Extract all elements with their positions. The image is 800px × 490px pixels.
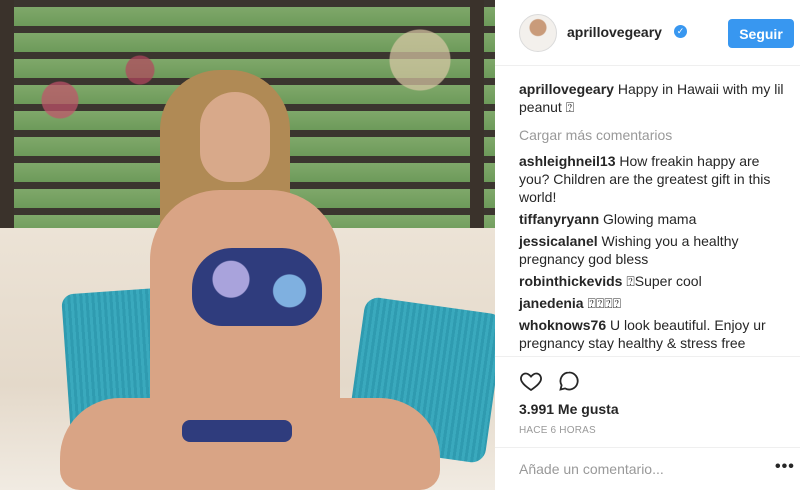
load-more-comments[interactable]: Cargar más comentarios: [519, 126, 789, 144]
post-header: aprillovegeary ✓ Seguir: [495, 0, 800, 66]
comment-text: ⍰⍰⍰⍰: [587, 295, 622, 311]
post-photo[interactable]: [0, 0, 495, 490]
comment-username[interactable]: ashleighneil13: [519, 153, 615, 169]
bikini-top: [192, 248, 322, 326]
comment-username[interactable]: tiffanyryann: [519, 211, 599, 227]
list-item: ashleighneil13 How freakin happy are you…: [519, 152, 789, 206]
comment-username[interactable]: whoknows76: [519, 317, 606, 333]
author-username[interactable]: aprillovegeary: [567, 24, 662, 40]
person-face: [200, 92, 270, 182]
person-legs: [60, 398, 440, 490]
likes-count[interactable]: 3.991 Me gusta: [519, 401, 619, 417]
add-comment-input[interactable]: [519, 461, 749, 477]
list-item: whoknows76 U look beautiful. Enjoy ur pr…: [519, 316, 789, 352]
post-timestamp: HACE 6 HORAS: [519, 425, 596, 436]
list-item: tiffanyryann Glowing mama: [519, 210, 789, 228]
list-item: jessicalanel Wishing you a healthy pregn…: [519, 232, 789, 268]
comment-text: Glowing mama: [603, 211, 697, 227]
actions-divider: [495, 356, 800, 357]
verified-badge-icon: ✓: [674, 25, 687, 38]
list-item: janedenia ⍰⍰⍰⍰: [519, 294, 789, 312]
comment-username[interactable]: robinthickevids: [519, 273, 622, 289]
bikini-bottom: [182, 420, 292, 442]
comment-text: ⍰Super cool: [626, 273, 702, 289]
list-item: robinthickevids ⍰Super cool: [519, 272, 789, 290]
heart-icon[interactable]: [519, 369, 543, 393]
comments-list: aprillovegeary Happy in Hawaii with my l…: [519, 80, 789, 356]
pergola-post: [0, 0, 14, 230]
post-side-panel: aprillovegeary ✓ Seguir aprillovegeary H…: [495, 0, 800, 490]
avatar[interactable]: [519, 14, 557, 52]
comment-icon[interactable]: [557, 369, 581, 393]
pergola-post: [470, 0, 484, 230]
caption-username[interactable]: aprillovegeary: [519, 81, 614, 97]
comment-username[interactable]: janedenia: [519, 295, 584, 311]
comment-username[interactable]: jessicalanel: [519, 233, 598, 249]
more-options-icon[interactable]: •••: [775, 458, 795, 476]
follow-button[interactable]: Seguir: [728, 19, 794, 48]
caption: aprillovegeary Happy in Hawaii with my l…: [519, 80, 789, 116]
